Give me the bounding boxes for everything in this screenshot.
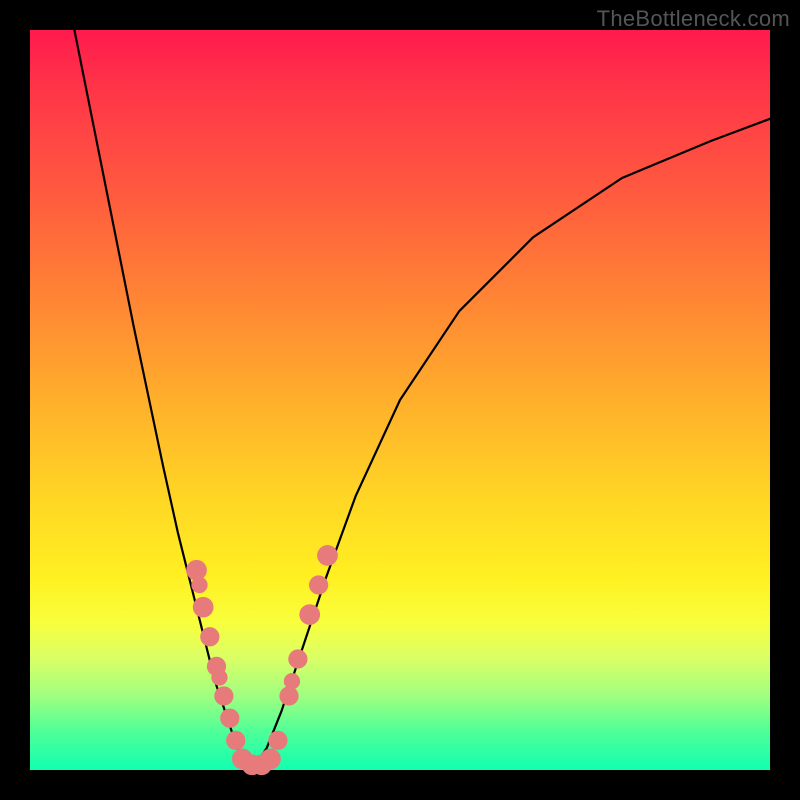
data-marker	[214, 686, 233, 705]
data-marker	[193, 597, 214, 618]
watermark-text: TheBottleneck.com	[597, 6, 790, 32]
data-marker	[299, 604, 320, 625]
chart-svg	[30, 30, 770, 770]
data-marker	[211, 669, 227, 685]
plot-area	[30, 30, 770, 770]
series-curve-left-branch	[74, 30, 252, 770]
data-marker	[268, 731, 287, 750]
data-marker	[288, 649, 307, 668]
data-marker	[284, 673, 300, 689]
data-marker	[226, 731, 245, 750]
data-marker	[220, 709, 239, 728]
chart-frame: TheBottleneck.com	[0, 0, 800, 800]
data-marker	[279, 686, 298, 705]
data-marker	[309, 575, 328, 594]
data-marker	[191, 577, 207, 593]
data-marker	[317, 545, 338, 566]
data-marker	[260, 749, 281, 770]
series-curve-right-branch	[252, 119, 770, 770]
series-group	[74, 30, 770, 770]
data-marker	[200, 627, 219, 646]
